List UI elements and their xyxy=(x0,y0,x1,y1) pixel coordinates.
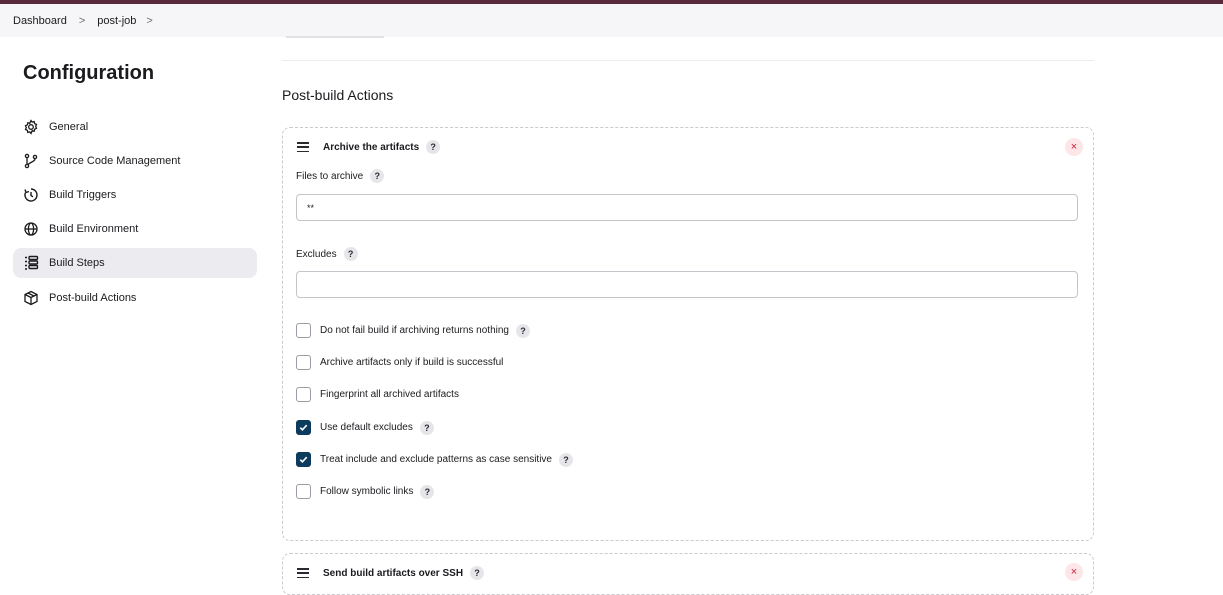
sidebar-item-general[interactable]: General xyxy=(13,112,257,142)
option-label: Archive artifacts only if build is succe… xyxy=(320,357,504,368)
sidebar-item-label: General xyxy=(49,121,89,133)
option-label: Fingerprint all archived artifacts xyxy=(320,389,459,400)
sidebar-item-build-environment[interactable]: Build Environment xyxy=(13,214,257,244)
branch-icon xyxy=(23,153,39,169)
files-to-archive-text: Files to archive xyxy=(296,170,364,182)
ssh-publish-card: Send build artifacts over SSH ? × xyxy=(282,553,1094,595)
checkbox-checked[interactable] xyxy=(296,420,311,435)
breadcrumb-post-job[interactable]: post-job xyxy=(97,15,136,27)
breadcrumb-dashboard[interactable]: Dashboard xyxy=(13,15,67,27)
excludes-text: Excludes xyxy=(296,248,337,260)
divider xyxy=(282,60,1094,61)
gear-icon xyxy=(23,119,39,135)
list-icon xyxy=(23,255,39,271)
help-icon[interactable]: ? xyxy=(426,140,441,154)
files-to-archive-input[interactable] xyxy=(296,194,1078,221)
sidebar-item-label: Build Steps xyxy=(49,257,105,269)
globe-icon xyxy=(23,221,39,237)
help-icon[interactable]: ? xyxy=(419,420,434,435)
sidebar-item-source-code-management[interactable]: Source Code Management xyxy=(13,146,257,176)
timer-icon xyxy=(23,187,39,203)
checkbox[interactable] xyxy=(296,323,311,338)
option-label: Follow symbolic links xyxy=(320,486,414,497)
sidebar-item-label: Build Environment xyxy=(49,223,139,235)
sidebar-item-build-steps[interactable]: Build Steps xyxy=(13,248,257,278)
chevron-right-icon[interactable]: > xyxy=(146,15,152,27)
card-title: Archive the artifacts xyxy=(323,141,420,153)
excludes-label: Excludes ? xyxy=(296,247,358,261)
help-icon[interactable]: ? xyxy=(470,566,485,580)
help-icon[interactable]: ? xyxy=(343,247,358,261)
help-icon[interactable]: ? xyxy=(370,169,385,183)
option-default-excludes[interactable]: Use default excludes ? xyxy=(296,420,434,435)
checkmark-icon xyxy=(299,424,308,431)
excludes-input[interactable] xyxy=(296,271,1078,298)
checkbox[interactable] xyxy=(296,484,311,499)
sidebar-item-label: Post-build Actions xyxy=(49,292,137,304)
delete-button[interactable]: × xyxy=(1065,138,1083,156)
card-header: Archive the artifacts ? xyxy=(297,140,441,154)
option-fingerprint[interactable]: Fingerprint all archived artifacts xyxy=(296,387,459,402)
section-title: Post-build Actions xyxy=(282,87,394,103)
option-allow-empty[interactable]: Do not fail build if archiving returns n… xyxy=(296,323,530,338)
files-to-archive-label: Files to archive ? xyxy=(296,169,385,183)
option-only-if-successful[interactable]: Archive artifacts only if build is succe… xyxy=(296,355,503,370)
help-icon[interactable]: ? xyxy=(420,484,435,499)
checkbox[interactable] xyxy=(296,355,311,370)
option-label: Treat include and exclude patterns as ca… xyxy=(320,454,552,465)
help-icon[interactable]: ? xyxy=(516,323,530,338)
archive-artifacts-card: Archive the artifacts ? × Files to archi… xyxy=(282,127,1094,541)
checkbox-checked[interactable] xyxy=(296,452,311,467)
option-label: Use default excludes xyxy=(320,422,413,433)
drag-handle-icon[interactable] xyxy=(297,142,309,152)
sidebar-item-post-build-actions[interactable]: Post-build Actions xyxy=(13,283,257,313)
option-case-sensitive[interactable]: Treat include and exclude patterns as ca… xyxy=(296,452,573,467)
card-header: Send build artifacts over SSH ? xyxy=(297,566,485,580)
page-title: Configuration xyxy=(23,62,155,84)
chevron-right-icon: > xyxy=(78,14,86,27)
option-label: Do not fail build if archiving returns n… xyxy=(320,325,509,336)
help-icon[interactable]: ? xyxy=(558,452,573,467)
delete-button[interactable]: × xyxy=(1065,563,1083,581)
sidebar-item-label: Source Code Management xyxy=(49,155,181,167)
option-follow-symlinks[interactable]: Follow symbolic links ? xyxy=(296,484,435,499)
checkmark-icon xyxy=(299,456,308,463)
checkbox[interactable] xyxy=(296,387,311,402)
package-icon xyxy=(23,290,39,306)
sidebar-item-build-triggers[interactable]: Build Triggers xyxy=(13,180,257,210)
sidebar-item-label: Build Triggers xyxy=(49,189,117,201)
previous-section-stub xyxy=(286,36,384,38)
breadcrumb: Dashboard > post-job > xyxy=(0,4,1223,37)
